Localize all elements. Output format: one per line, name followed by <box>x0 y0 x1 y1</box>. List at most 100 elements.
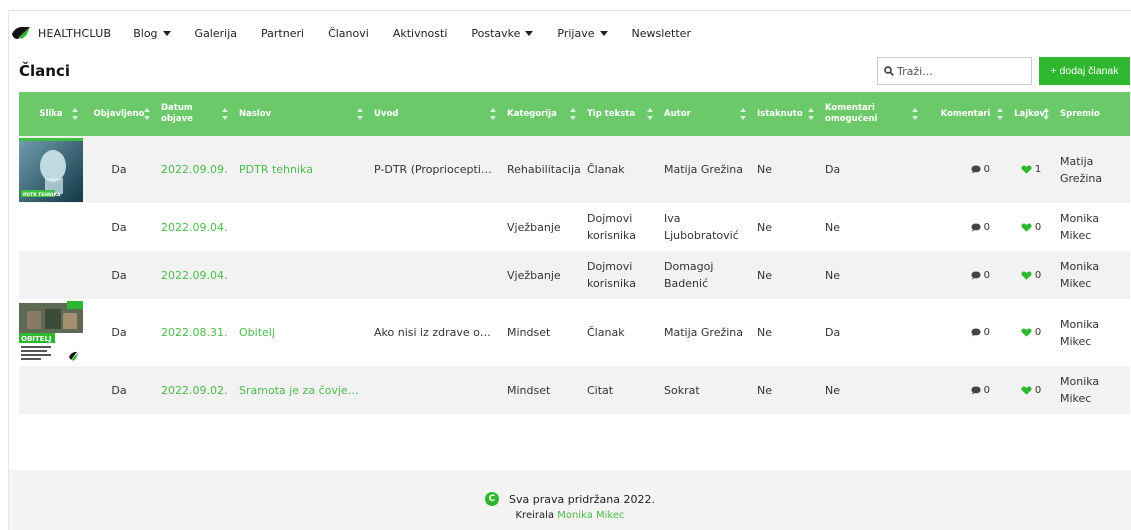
column-header-label: Datum objave <box>161 103 193 124</box>
nav-item-label: Članovi <box>328 26 369 40</box>
table-row[interactable]: PDTR TEHNIKA Da 2022.09.09. PDTR tehnika P-D… <box>19 136 1130 203</box>
comments-count-value: 0 <box>983 327 990 338</box>
cell-comments-enabled: Ne <box>825 220 840 234</box>
cell-comments-enabled: Da <box>825 326 841 339</box>
likes-count-value: 0 <box>1034 221 1042 233</box>
likes-count[interactable]: 0 <box>1014 324 1048 341</box>
sort-icon <box>490 108 496 120</box>
healthclub-logo-icon <box>12 26 30 39</box>
cell-title[interactable]: Obitelj <box>233 299 368 366</box>
image-cell <box>19 251 83 299</box>
cell-featured: Ne <box>757 163 772 176</box>
likes-count[interactable]: 0 <box>1014 267 1048 284</box>
heart-icon <box>1021 386 1032 395</box>
likes-count[interactable]: 0 <box>1014 382 1048 399</box>
main-navbar: HEALTHCLUB Blog Galerija Partneri Članovi Ak… <box>10 22 715 44</box>
sort-icon <box>144 108 150 120</box>
cell-author: Matija Grežina <box>664 163 744 176</box>
column-header[interactable]: Autor <box>658 92 751 136</box>
column-header[interactable]: Naslov <box>233 92 368 136</box>
comments-count: 0 <box>929 219 1002 236</box>
chevron-down-icon <box>162 30 171 36</box>
column-header-label: Kategorija <box>507 108 557 119</box>
image-cell: OBITELJ <box>19 299 83 366</box>
sort-icon <box>570 108 576 120</box>
nav-item-label: Aktivnosti <box>392 26 448 40</box>
cell-date[interactable]: 2022.09.02. <box>155 366 233 414</box>
column-header[interactable]: Objavljeno <box>83 92 155 136</box>
cell-published: Da <box>111 268 127 282</box>
likes-count[interactable]: 1 <box>1014 161 1048 178</box>
footer: C Sva prava pridržana 2022. Kreirala Mon… <box>9 470 1131 530</box>
cell-featured: Ne <box>757 220 772 234</box>
comments-count-value: 0 <box>983 164 990 175</box>
cell-saved-by: Monika Mikec <box>1060 212 1100 242</box>
column-header[interactable]: Datum objave <box>155 92 233 136</box>
cell-title[interactable]: PDTR tehnika <box>233 136 368 203</box>
comments-count-value: 0 <box>983 384 990 396</box>
cell-date[interactable]: 2022.08.31. <box>155 299 233 366</box>
thumbnail-caption: PDTR TEHNIKA <box>23 192 61 198</box>
column-header[interactable]: Uvod <box>368 92 501 136</box>
footer-logo-icon: C <box>484 492 499 506</box>
image-cell <box>19 203 83 251</box>
cell-comments: 0 <box>923 251 1008 299</box>
comment-icon <box>971 165 981 174</box>
nav-item-newsletter[interactable]: Newsletter <box>632 27 691 40</box>
cell-type: Dojmovi korisnika <box>587 260 636 290</box>
likes-count-value: 0 <box>1034 269 1042 281</box>
nav-item-aktivnosti[interactable]: Aktivnosti <box>393 27 448 40</box>
column-header[interactable]: Slika <box>19 92 83 136</box>
made-by-link[interactable]: Monika Mikec <box>557 510 624 521</box>
sort-icon <box>222 108 228 120</box>
column-header-label: Komentari <box>940 108 991 119</box>
cell-saved-by: Matija Grežina <box>1060 154 1103 185</box>
add-article-button[interactable]: + dodaj članak <box>1039 57 1130 85</box>
column-header[interactable]: Komentari omogućeni <box>819 92 923 136</box>
cell-date[interactable]: 2022.09.04. <box>155 251 233 299</box>
comment-icon <box>971 386 981 394</box>
cell-comments: 0 <box>923 136 1008 203</box>
nav-item-partneri[interactable]: Partneri <box>261 27 304 40</box>
brand-link[interactable]: HEALTHCLUB <box>10 25 111 41</box>
cell-saved-by: Monika Mikec <box>1060 260 1100 290</box>
table-row[interactable]: Da 2022.09.04. Vježbanje Dojmovi korisnika D… <box>19 251 1130 299</box>
nav-item-prijave[interactable]: Prijave <box>557 26 608 40</box>
nav-item-blog[interactable]: Blog <box>133 26 171 40</box>
column-header[interactable]: Lajkovi <box>1008 92 1054 136</box>
search-input[interactable] <box>897 64 1027 78</box>
sort-icon <box>647 108 653 120</box>
cell-intro: Ako nisi iz zdrave obit… <box>374 326 501 339</box>
cell-title[interactable] <box>233 251 368 299</box>
footer-copyright-line: C Sva prava pridržana 2022. <box>9 492 1131 506</box>
cell-type: Dojmovi korisnika <box>587 212 636 242</box>
nav-item-postavke[interactable]: Postavke <box>471 27 534 40</box>
likes-count-value: 1 <box>1034 164 1042 175</box>
brand-name: HEALTHCLUB <box>38 26 112 40</box>
column-header[interactable]: Komentari <box>923 92 1008 136</box>
nav-item-label: Newsletter <box>631 26 691 40</box>
cell-comments: 0 <box>923 203 1008 251</box>
column-header[interactable]: Istaknuto <box>751 92 819 136</box>
cell-date[interactable]: 2022.09.09. <box>155 136 233 203</box>
likes-count[interactable]: 0 <box>1014 219 1048 236</box>
search-box[interactable] <box>877 57 1032 85</box>
cell-title[interactable] <box>233 203 368 251</box>
nav-item--lanovi[interactable]: Članovi <box>328 27 369 40</box>
sort-icon <box>357 108 363 120</box>
cell-title[interactable]: Sramota je za čovjeka… <box>233 366 368 414</box>
copyright-text: Sva prava pridržana 2022. <box>508 492 655 506</box>
nav-item-label: Prijave <box>557 26 595 40</box>
cell-likes: 0 <box>1008 203 1054 251</box>
column-header[interactable]: Spremio <box>1054 92 1130 136</box>
cell-date[interactable]: 2022.09.04. <box>155 203 233 251</box>
table-row[interactable]: Da 2022.09.04. Vježbanje Dojmovi korisnika I… <box>19 203 1130 251</box>
nav-item-galerija[interactable]: Galerija <box>195 27 237 40</box>
table-row[interactable]: OBITELJ Da 2022.08.31. Obitelj Ako nisi iz z… <box>19 299 1130 366</box>
nav-item-label: Blog <box>133 26 158 40</box>
column-header[interactable]: Kategorija <box>501 92 581 136</box>
cell-type: Članak <box>587 326 625 339</box>
sort-icon <box>72 108 78 120</box>
column-header[interactable]: Tip teksta <box>581 92 658 136</box>
table-row[interactable]: Da 2022.09.02. Sramota je za čovjeka… Minds… <box>19 366 1130 414</box>
